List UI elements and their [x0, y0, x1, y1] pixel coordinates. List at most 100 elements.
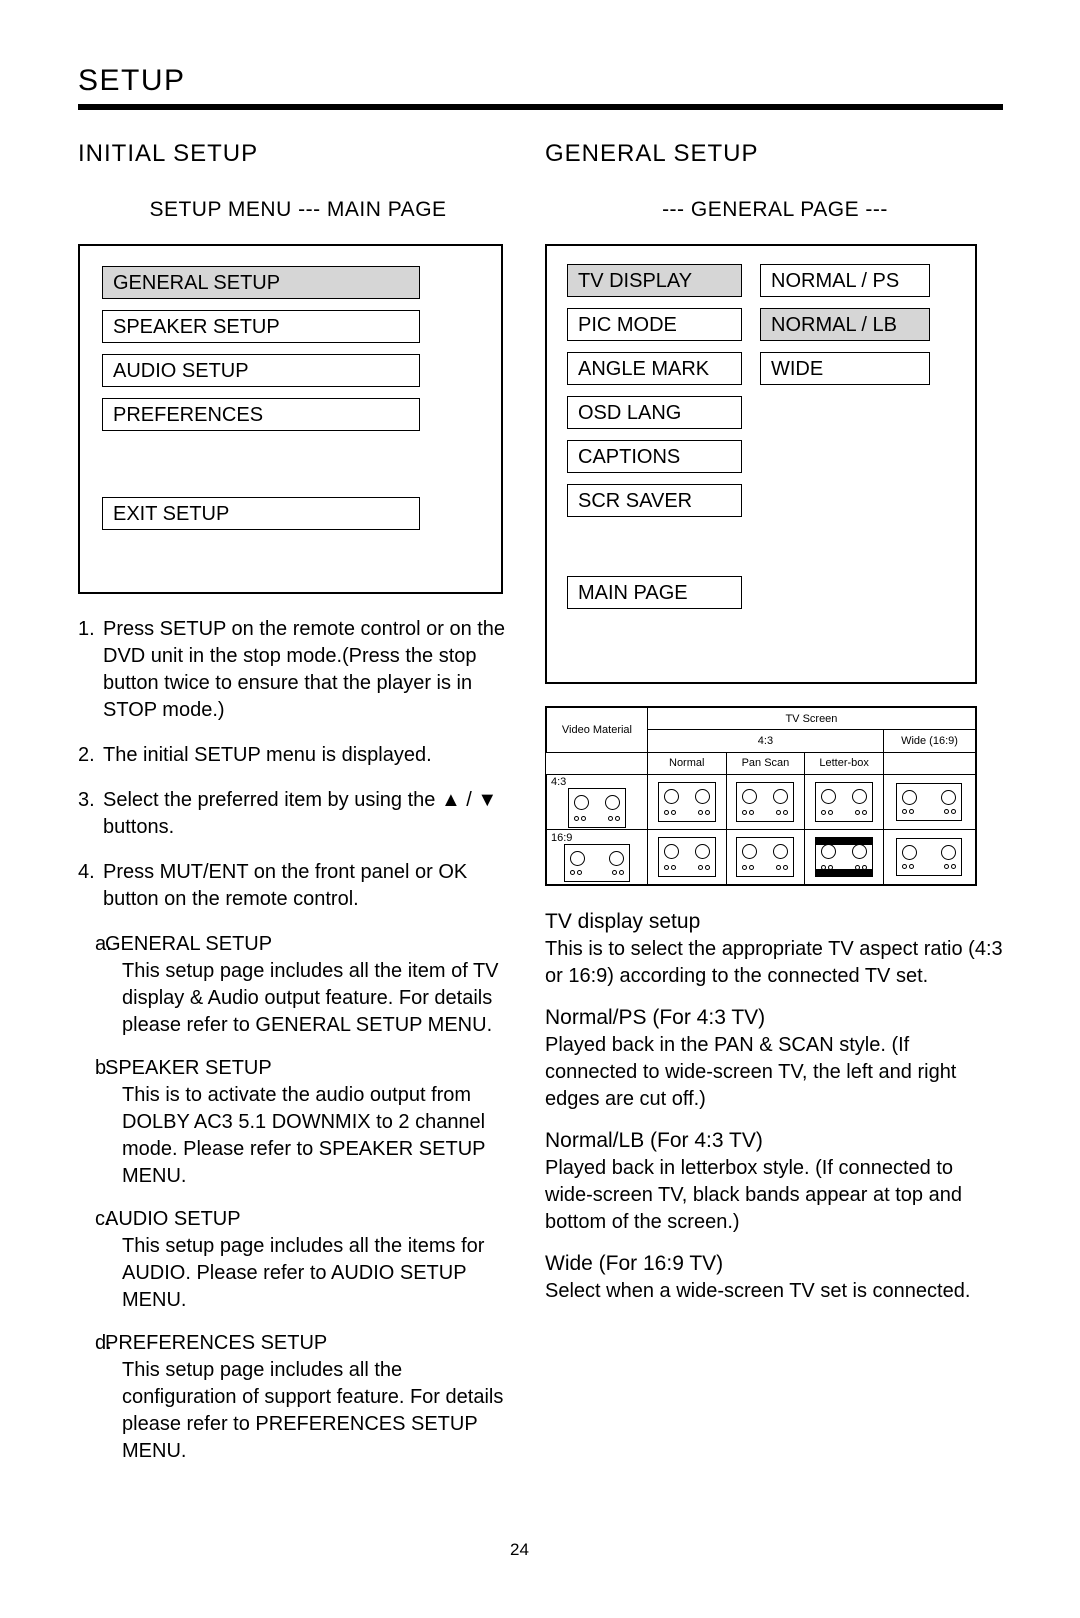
- sub-item-c: c. AUDIO SETUP This setup page includes …: [78, 1206, 518, 1314]
- step-2-text: The initial SETUP menu is displayed.: [103, 744, 432, 766]
- general-item-tv-display[interactable]: TV DISPLAY: [567, 264, 742, 297]
- screen-43-panscan: [736, 782, 795, 822]
- table-header-tv-screen: TV Screen: [646, 706, 977, 731]
- cell-169-letterbox: [804, 829, 884, 885]
- normal-ps-heading: Normal/PS (For 4:3 TV): [545, 1006, 766, 1029]
- step-4-number: 4.: [78, 861, 95, 883]
- step-2-number: 2.: [78, 744, 95, 766]
- sub-item-d-body: This setup page includes all the configu…: [122, 1359, 504, 1462]
- sub-item-a-title: GENERAL SETUP: [105, 933, 273, 955]
- row-label-43: 4:3: [551, 776, 567, 788]
- table-subheader-panscan: Pan Scan: [725, 751, 806, 776]
- right-column: GENERAL SETUP --- GENERAL PAGE --- TV DI…: [545, 140, 1005, 1321]
- general-item-captions[interactable]: CAPTIONS: [567, 440, 742, 473]
- table-header-video-material: Video Material: [546, 707, 648, 753]
- screen-169-normal: [657, 837, 716, 877]
- header-divider: [78, 104, 1003, 110]
- initial-setup-heading: INITIAL SETUP: [78, 140, 259, 167]
- option-wide[interactable]: WIDE: [760, 352, 930, 385]
- sub-item-a-body: This setup page includes all the item of…: [122, 960, 499, 1036]
- sub-item-b-title: SPEAKER SETUP: [105, 1057, 272, 1079]
- menu-item-preferences[interactable]: PREFERENCES: [102, 398, 420, 431]
- option-normal-lb[interactable]: NORMAL / LB: [760, 308, 930, 341]
- screen-169-letterbox: [815, 837, 874, 877]
- general-osd-left-col: TV DISPLAY PIC MODE ANGLE MARK OSD LANG …: [567, 264, 742, 528]
- wide-heading: Wide (For 16:9 TV): [545, 1252, 724, 1275]
- step-3-text: Select the preferred item by using the ▲…: [103, 789, 498, 838]
- step-3: 3. Select the preferred item by using th…: [78, 787, 518, 841]
- general-page-subheading: --- GENERAL PAGE ---: [662, 198, 888, 221]
- setup-menu-subheading: SETUP MENU --- MAIN PAGE: [149, 198, 447, 221]
- screen-43-source: [567, 788, 626, 828]
- general-setup-heading: GENERAL SETUP: [545, 140, 759, 167]
- general-osd-right-col: NORMAL / PS NORMAL / LB WIDE: [760, 264, 930, 528]
- tv-display-setup-heading: TV display setup: [545, 910, 701, 933]
- table-row-169-label: 16:9: [546, 829, 648, 885]
- general-osd-columns: TV DISPLAY PIC MODE ANGLE MARK OSD LANG …: [567, 264, 955, 528]
- sub-item-b-head: b. SPEAKER SETUP: [78, 1055, 518, 1082]
- right-text-block: TV display setup This is to select the a…: [545, 910, 1005, 1305]
- general-setup-osd-box: TV DISPLAY PIC MODE ANGLE MARK OSD LANG …: [545, 244, 977, 684]
- menu-spacer: [102, 442, 479, 497]
- sub-item-b: b. SPEAKER SETUP This is to activate the…: [78, 1055, 518, 1190]
- cell-169-normal: [646, 829, 727, 885]
- tv-display-setup-body: This is to select the appropriate TV asp…: [545, 938, 1003, 987]
- normal-lb-heading: Normal/LB (For 4:3 TV): [545, 1129, 763, 1152]
- screen-43-normal: [657, 782, 716, 822]
- step-4: 4. Press MUT/ENT on the front panel or O…: [78, 859, 518, 913]
- table-header-wide: Wide (16:9): [882, 729, 977, 753]
- general-item-pic-mode[interactable]: PIC MODE: [567, 308, 742, 341]
- screen-169-panscan: [736, 837, 795, 877]
- general-item-osd-lang[interactable]: OSD LANG: [567, 396, 742, 429]
- sub-item-d-title: PREFERENCES SETUP: [105, 1332, 328, 1354]
- table-subheader-normal: Normal: [646, 751, 727, 776]
- cell-169-wide: [882, 829, 977, 885]
- manual-page: SETUP INITIAL SETUP SETUP MENU --- MAIN …: [0, 0, 1080, 1618]
- table-row-43-label: 4:3: [546, 774, 648, 830]
- sub-item-a: a. GENERAL SETUP This setup page include…: [78, 931, 518, 1039]
- cell-43-letterbox: [804, 774, 884, 830]
- left-column: INITIAL SETUP SETUP MENU --- MAIN PAGE G…: [78, 140, 518, 1481]
- tv-display-comparison-table: Video Material TV Screen 4:3 Wide (16:9)…: [545, 706, 977, 886]
- cell-43-panscan: [725, 774, 806, 830]
- general-osd-spacer: [567, 528, 955, 576]
- menu-item-speaker-setup[interactable]: SPEAKER SETUP: [102, 310, 420, 343]
- page-number: 24: [510, 1540, 529, 1559]
- sub-item-b-body: This is to activate the audio output fro…: [122, 1084, 486, 1187]
- sub-item-c-letter: c.: [95, 1208, 111, 1230]
- table-subheader-letterbox: Letter-box: [804, 751, 884, 776]
- screen-169-on-wide: [896, 838, 963, 876]
- sub-item-a-letter: a.: [95, 933, 112, 955]
- sub-item-c-title: AUDIO SETUP: [105, 1208, 241, 1230]
- instruction-steps: 1. Press SETUP on the remote control or …: [78, 616, 518, 1465]
- step-4-text: Press MUT/ENT on the front panel or OK b…: [103, 861, 468, 910]
- sub-item-b-letter: b.: [95, 1057, 112, 1079]
- sub-item-c-head: c. AUDIO SETUP: [78, 1206, 518, 1233]
- general-item-scr-saver[interactable]: SCR SAVER: [567, 484, 742, 517]
- normal-ps-body: Played back in the PAN & SCAN style. (If…: [545, 1034, 957, 1110]
- menu-item-general-setup[interactable]: GENERAL SETUP: [102, 266, 420, 299]
- option-normal-ps[interactable]: NORMAL / PS: [760, 264, 930, 297]
- normal-lb-body: Played back in letterbox style. (If conn…: [545, 1157, 962, 1233]
- screen-169-source: [563, 844, 630, 882]
- initial-setup-osd-box: GENERAL SETUP SPEAKER SETUP AUDIO SETUP …: [78, 244, 503, 594]
- general-item-angle-mark[interactable]: ANGLE MARK: [567, 352, 742, 385]
- sub-item-a-head: a. GENERAL SETUP: [78, 931, 518, 958]
- menu-item-exit-setup[interactable]: EXIT SETUP: [102, 497, 420, 530]
- step-1-number: 1.: [78, 618, 95, 640]
- sub-item-d-letter: d.: [95, 1332, 112, 1354]
- screen-43-on-wide: [896, 783, 963, 821]
- sub-item-d: d. PREFERENCES SETUP This setup page inc…: [78, 1330, 518, 1465]
- step-3-number: 3.: [78, 789, 95, 811]
- cell-169-panscan: [725, 829, 806, 885]
- step-1-text: Press SETUP on the remote control or on …: [103, 618, 506, 721]
- cell-43-normal: [646, 774, 727, 830]
- step-2: 2. The initial SETUP menu is displayed.: [78, 742, 518, 769]
- page-title: SETUP: [78, 64, 186, 97]
- cell-43-wide: [882, 774, 977, 830]
- step-1: 1. Press SETUP on the remote control or …: [78, 616, 518, 724]
- menu-item-audio-setup[interactable]: AUDIO SETUP: [102, 354, 420, 387]
- screen-43-letterbox: [815, 782, 874, 822]
- wide-body: Select when a wide-screen TV set is conn…: [545, 1280, 971, 1302]
- general-item-main-page[interactable]: MAIN PAGE: [567, 576, 742, 609]
